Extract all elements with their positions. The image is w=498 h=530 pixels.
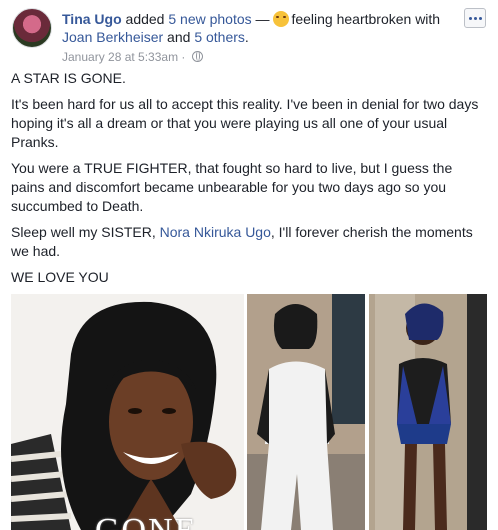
post-options-button[interactable] <box>464 8 486 28</box>
post-paragraph: Sleep well my SISTER, Nora Nkiruka Ugo, … <box>11 223 487 261</box>
options-dot-icon <box>473 16 477 20</box>
tagged-sister-link[interactable]: Nora Nkiruka Ugo <box>160 224 271 240</box>
post-header: Tina Ugo added 5 new photos — feeling he… <box>12 8 486 64</box>
post-paragraph: It's been hard for us all to accept this… <box>11 96 479 150</box>
photos-link[interactable]: 5 new photos <box>168 11 251 27</box>
period: . <box>244 29 249 45</box>
tagged-person-link[interactable]: Joan Berkheiser <box>62 29 163 45</box>
options-dot-icon <box>468 16 472 20</box>
photo-grid: GONE <box>11 294 487 530</box>
post-body: A STAR IS GONE. It's been hard for us al… <box>11 69 487 294</box>
others-link[interactable]: 5 others <box>194 29 245 45</box>
photo-caption: GONE <box>95 512 197 530</box>
collage-illustration <box>247 294 487 530</box>
author-avatar[interactable] <box>12 8 52 48</box>
photo-portrait[interactable]: GONE <box>11 294 244 530</box>
post-meta: January 28 at 5:33am · <box>62 49 203 65</box>
post-paragraph: You were a TRUE FIGHTER, that fought so … <box>11 160 453 214</box>
options-dot-icon <box>478 16 482 20</box>
feeling-text: feeling heartbroken with <box>291 11 441 27</box>
sad-face-icon <box>273 11 290 27</box>
meta-separator: · <box>178 50 189 64</box>
added-text: added <box>121 11 169 27</box>
post-headline: Tina Ugo added 5 new photos — feeling he… <box>62 10 462 46</box>
portrait-illustration <box>11 294 244 530</box>
p4-start: Sleep well my SISTER, <box>11 224 160 240</box>
post-paragraph: WE LOVE YOU <box>11 269 109 285</box>
dash: — <box>251 11 274 27</box>
author-name[interactable]: Tina Ugo <box>62 11 122 27</box>
post-date[interactable]: January 28 at 5:33am <box>62 50 178 64</box>
globe-icon[interactable] <box>191 51 203 62</box>
post-paragraph: A STAR IS GONE. <box>11 70 126 86</box>
photo-collage[interactable] <box>247 294 487 530</box>
and-text: and <box>163 29 195 45</box>
